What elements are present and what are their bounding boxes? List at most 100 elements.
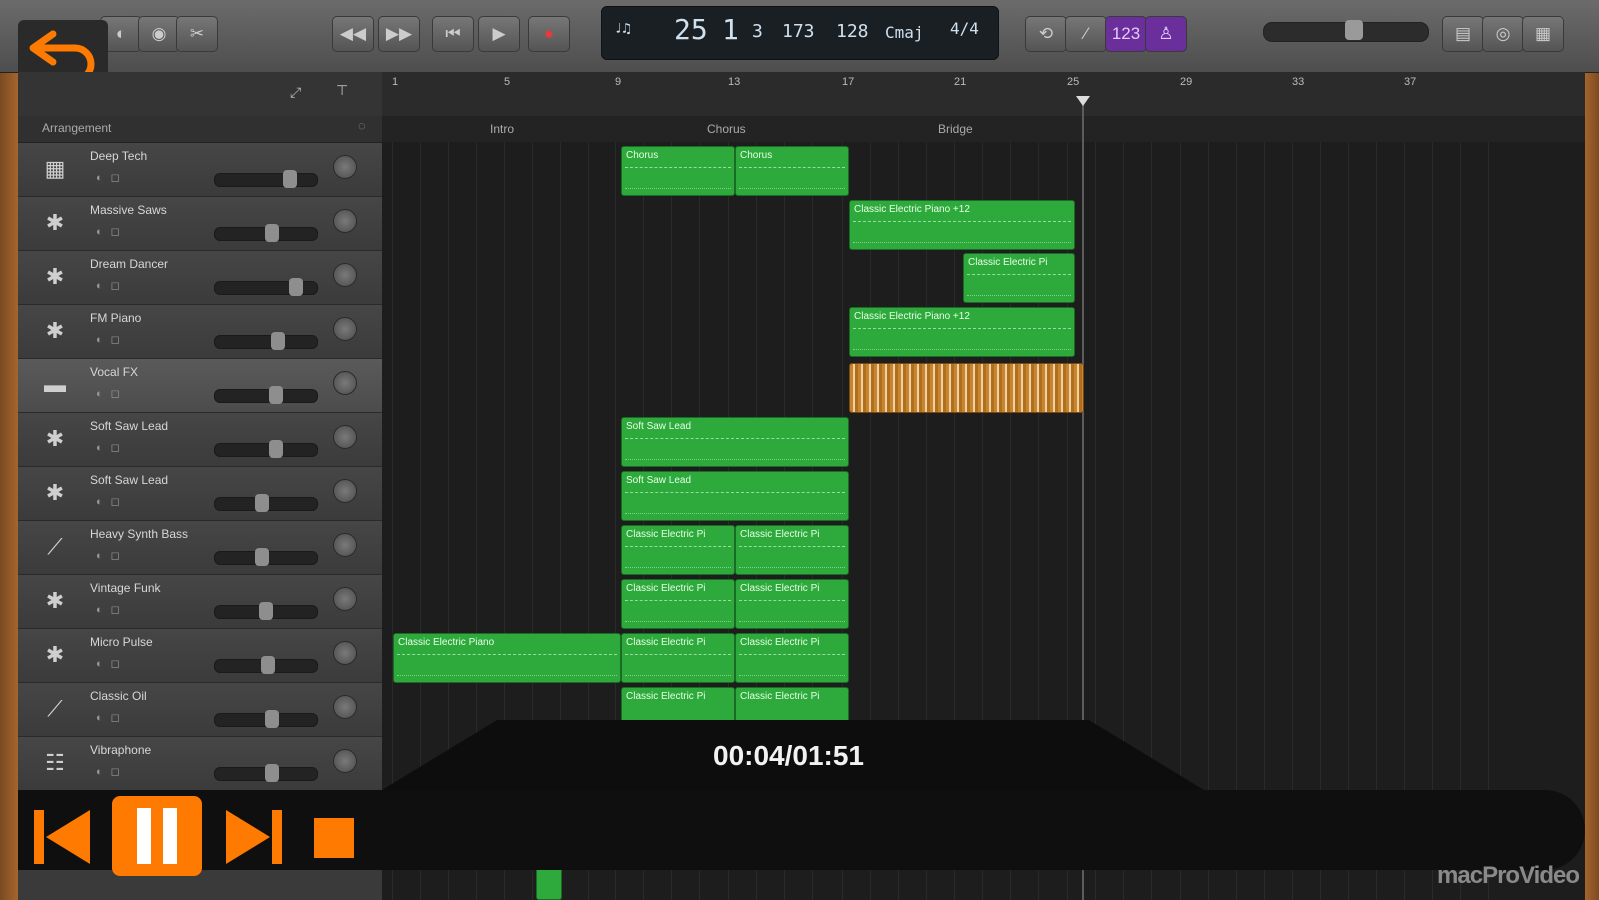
mute-solo-buttons[interactable]: ◐◻ [96, 657, 128, 670]
region-micro-pulse-1[interactable]: Classic Electric Pi [621, 633, 735, 683]
mute-solo-buttons[interactable]: ◐◻ [96, 279, 128, 292]
arrangement-track[interactable]: Intro Chorus Bridge [382, 116, 1585, 143]
track-pan-knob[interactable] [333, 263, 357, 287]
track-pan-knob[interactable] [333, 695, 357, 719]
go-to-beginning-button[interactable]: ⏮ [432, 16, 474, 52]
lcd-time-signature[interactable]: 4/4 [950, 19, 979, 38]
region-classic-oil-1[interactable]: Classic Electric Pi [621, 687, 735, 723]
region-heavy-synth-bass-2[interactable]: Classic Electric Pi [735, 525, 849, 575]
track-volume-knob[interactable] [261, 656, 275, 674]
track-volume-slider[interactable] [214, 332, 318, 350]
next-button[interactable] [222, 806, 286, 868]
region-soft-saw-lead-1[interactable]: Soft Saw Lead [621, 417, 849, 467]
pause-button[interactable] [112, 796, 202, 876]
region-vintage-funk-1[interactable]: Classic Electric Pi [621, 579, 735, 629]
previous-button[interactable] [30, 806, 94, 868]
track-pan-knob[interactable] [333, 749, 357, 773]
track-volume-slider[interactable] [214, 656, 318, 674]
track-name[interactable]: Dream Dancer [90, 257, 168, 271]
fast-forward-button[interactable]: ▶▶ [378, 16, 420, 52]
track-pan-knob[interactable] [333, 587, 357, 611]
cycle-button[interactable]: ⟲ [1025, 16, 1067, 52]
track-name[interactable]: Deep Tech [90, 149, 147, 163]
track-volume-slider[interactable] [214, 710, 318, 728]
play-button[interactable]: ▶ [478, 16, 520, 52]
lcd-display[interactable]: ♩♫ 25 1 3 173 128 Cmaj 4/4 [601, 6, 999, 60]
track-pan-knob[interactable] [333, 317, 357, 341]
track-pan-knob[interactable] [333, 479, 357, 503]
track-volume-knob[interactable] [269, 386, 283, 404]
rewind-button[interactable]: ◀◀ [332, 16, 374, 52]
track-header[interactable]: ▬ Vocal FX ◐◻ [18, 359, 382, 413]
region-classic-ep-3[interactable]: Classic Electric Piano +12 [849, 307, 1075, 357]
track-name[interactable]: Vintage Funk [90, 581, 161, 595]
track-pan-knob[interactable] [333, 371, 357, 395]
track-name[interactable]: Vibraphone [90, 743, 151, 757]
track-name[interactable]: Vocal FX [90, 365, 138, 379]
track-header[interactable]: ⟋ Heavy Synth Bass ◐◻ [18, 521, 382, 575]
track-name[interactable]: Soft Saw Lead [90, 473, 168, 487]
track-volume-knob[interactable] [259, 602, 273, 620]
track-volume-slider[interactable] [214, 548, 318, 566]
region-heavy-synth-bass-1[interactable]: Classic Electric Pi [621, 525, 735, 575]
tuner-button[interactable]: ⁄ [1065, 16, 1107, 52]
track-volume-knob[interactable] [283, 170, 297, 188]
region-micro-pulse-intro[interactable]: Classic Electric Piano [393, 633, 621, 683]
track-name[interactable]: Massive Saws [90, 203, 167, 217]
arrangement-marker-bridge[interactable]: Bridge [938, 122, 973, 136]
metronome-button[interactable]: ♙ [1145, 16, 1187, 52]
track-pan-knob[interactable] [333, 209, 357, 233]
track-volume-knob[interactable] [269, 440, 283, 458]
track-volume-slider[interactable] [214, 764, 318, 782]
loop-browser-button[interactable]: ◎ [1482, 16, 1524, 52]
playhead-handle[interactable] [1076, 96, 1090, 106]
region-vintage-funk-2[interactable]: Classic Electric Pi [735, 579, 849, 629]
track-volume-slider[interactable] [214, 278, 318, 296]
region-chorus-2[interactable]: Chorus [735, 146, 849, 196]
add-track-icon[interactable]: ⊤ [336, 82, 348, 99]
smart-controls-button[interactable]: ◉ [138, 16, 180, 52]
track-name[interactable]: Classic Oil [90, 689, 147, 703]
track-volume-knob[interactable] [265, 764, 279, 782]
mute-solo-buttons[interactable]: ◐◻ [96, 225, 128, 238]
timeline-ruler[interactable]: 1 5 9 13 17 21 25 29 33 37 [382, 72, 1585, 117]
track-pan-knob[interactable] [333, 425, 357, 449]
track-header[interactable]: ✱ Soft Saw Lead ◐◻ [18, 467, 382, 521]
notepad-button[interactable]: ▤ [1442, 16, 1484, 52]
arrangement-marker-intro[interactable]: Intro [490, 122, 514, 136]
mute-solo-buttons[interactable]: ◐◻ [96, 333, 128, 346]
track-header[interactable]: ✱ Massive Saws ◐◻ [18, 197, 382, 251]
track-volume-slider[interactable] [214, 170, 318, 188]
stop-button[interactable] [314, 818, 354, 858]
track-volume-slider[interactable] [214, 602, 318, 620]
arrangement-options-icon[interactable]: ◌ [358, 118, 366, 133]
mute-solo-buttons[interactable]: ◐◻ [96, 711, 128, 724]
track-name[interactable]: Soft Saw Lead [90, 419, 168, 433]
track-name[interactable]: Heavy Synth Bass [90, 527, 188, 541]
region-classic-ep-1[interactable]: Classic Electric Piano +12 [849, 200, 1075, 250]
track-volume-knob[interactable] [265, 224, 279, 242]
mute-solo-buttons[interactable]: ◐◻ [96, 441, 128, 454]
track-name[interactable]: Micro Pulse [90, 635, 153, 649]
mute-solo-buttons[interactable]: ◐◻ [96, 549, 128, 562]
track-pan-knob[interactable] [333, 155, 357, 179]
track-volume-knob[interactable] [271, 332, 285, 350]
media-browser-button[interactable]: ▦ [1522, 16, 1564, 52]
track-header[interactable]: ✱ Soft Saw Lead ◐◻ [18, 413, 382, 467]
track-volume-knob[interactable] [265, 710, 279, 728]
track-volume-slider[interactable] [214, 224, 318, 242]
mute-solo-buttons[interactable]: ◐◻ [96, 603, 128, 616]
track-volume-knob[interactable] [255, 494, 269, 512]
track-header[interactable]: ✱ Vintage Funk ◐◻ [18, 575, 382, 629]
track-volume-knob[interactable] [255, 548, 269, 566]
expand-icon[interactable]: ⤢ [290, 84, 301, 101]
track-pan-knob[interactable] [333, 533, 357, 557]
region-classic-oil-2[interactable]: Classic Electric Pi [735, 687, 849, 723]
mute-solo-buttons[interactable]: ◐◻ [96, 387, 128, 400]
track-header[interactable]: ✱ FM Piano ◐◻ [18, 305, 382, 359]
master-volume-knob[interactable] [1345, 20, 1363, 40]
track-header[interactable]: ✱ Dream Dancer ◐◻ [18, 251, 382, 305]
track-volume-knob[interactable] [289, 278, 303, 296]
mute-solo-buttons[interactable]: ◐◻ [96, 765, 128, 778]
track-header[interactable]: ✱ Micro Pulse ◐◻ [18, 629, 382, 683]
